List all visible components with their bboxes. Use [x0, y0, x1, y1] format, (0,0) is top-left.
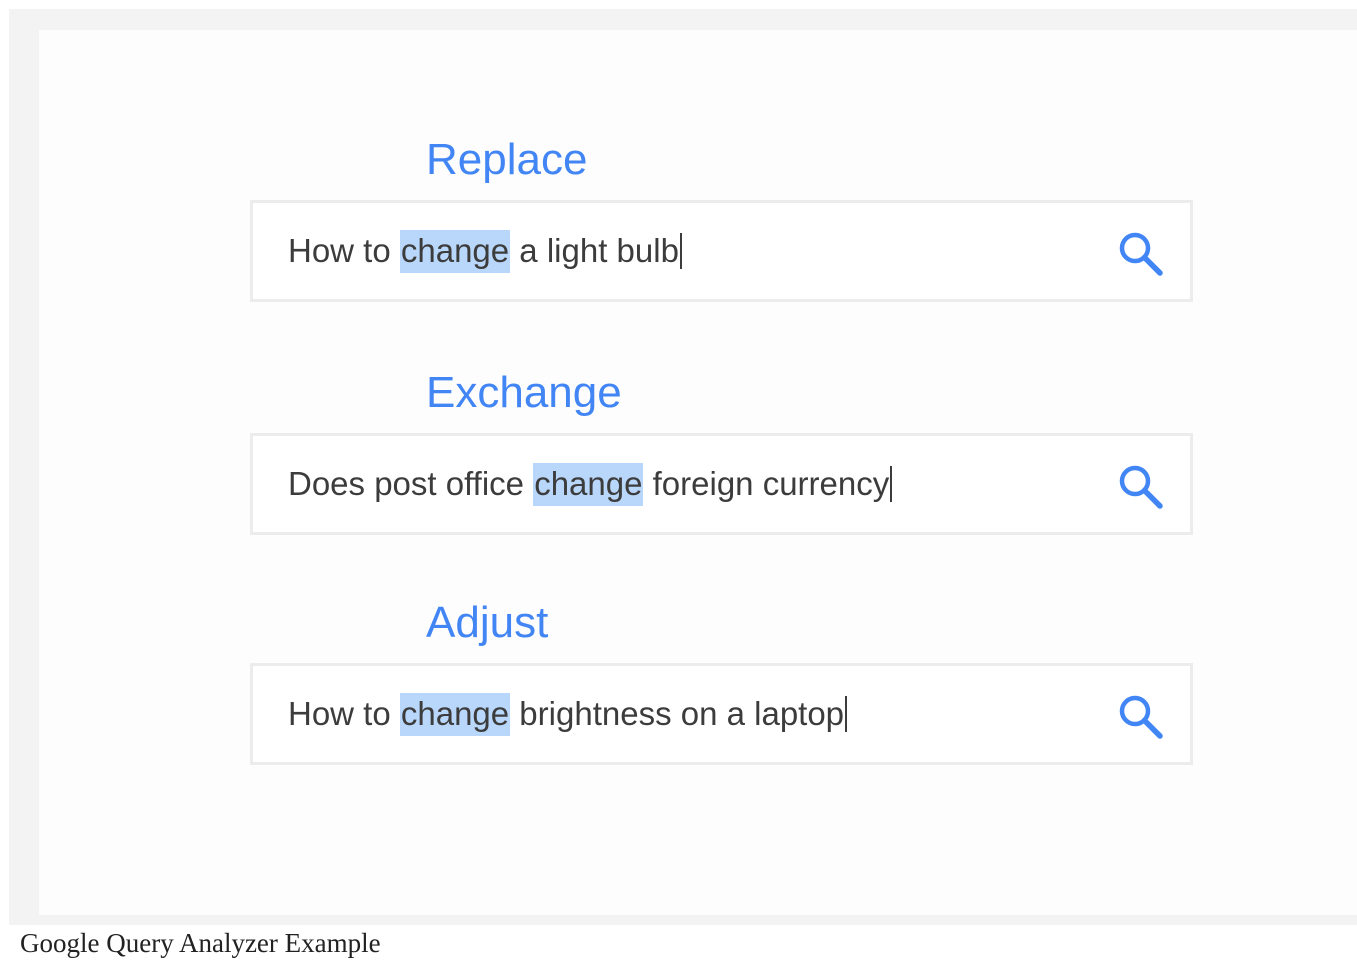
query-highlight: change [399, 693, 511, 736]
search-icon[interactable] [1116, 692, 1164, 740]
search-input-exchange[interactable]: Does post office change foreign currency [288, 436, 893, 532]
group-title-replace: Replace [426, 135, 588, 184]
query-highlight: change [399, 230, 511, 273]
search-icon[interactable] [1116, 462, 1164, 510]
query-text-after: brightness on a laptop [510, 695, 845, 732]
search-input-adjust[interactable]: How to change brightness on a laptop [288, 666, 848, 762]
query-text-after: foreign currency [643, 465, 890, 502]
search-box-exchange[interactable]: Does post office change foreign currency [250, 433, 1193, 535]
search-input-replace[interactable]: How to change a light bulb [288, 203, 682, 299]
query-text-before: How to [288, 232, 400, 269]
search-box-replace[interactable]: How to change a light bulb [250, 200, 1193, 302]
group-title-exchange: Exchange [426, 368, 622, 417]
query-highlight: change [533, 463, 644, 506]
figure-canvas: Replace How to change a light bulb Excha… [39, 30, 1357, 915]
search-icon[interactable] [1116, 229, 1164, 277]
text-caret [679, 233, 682, 269]
text-caret [890, 466, 893, 502]
query-text-before: How to [288, 695, 400, 732]
query-text-before: Does post office [288, 465, 534, 502]
text-caret [845, 696, 848, 732]
search-box-adjust[interactable]: How to change brightness on a laptop [250, 663, 1193, 765]
query-text-after: a light bulb [510, 232, 679, 269]
group-title-adjust: Adjust [426, 598, 549, 647]
figure-frame: Replace How to change a light bulb Excha… [9, 9, 1357, 925]
figure-caption: Google Query Analyzer Example [20, 928, 381, 958]
